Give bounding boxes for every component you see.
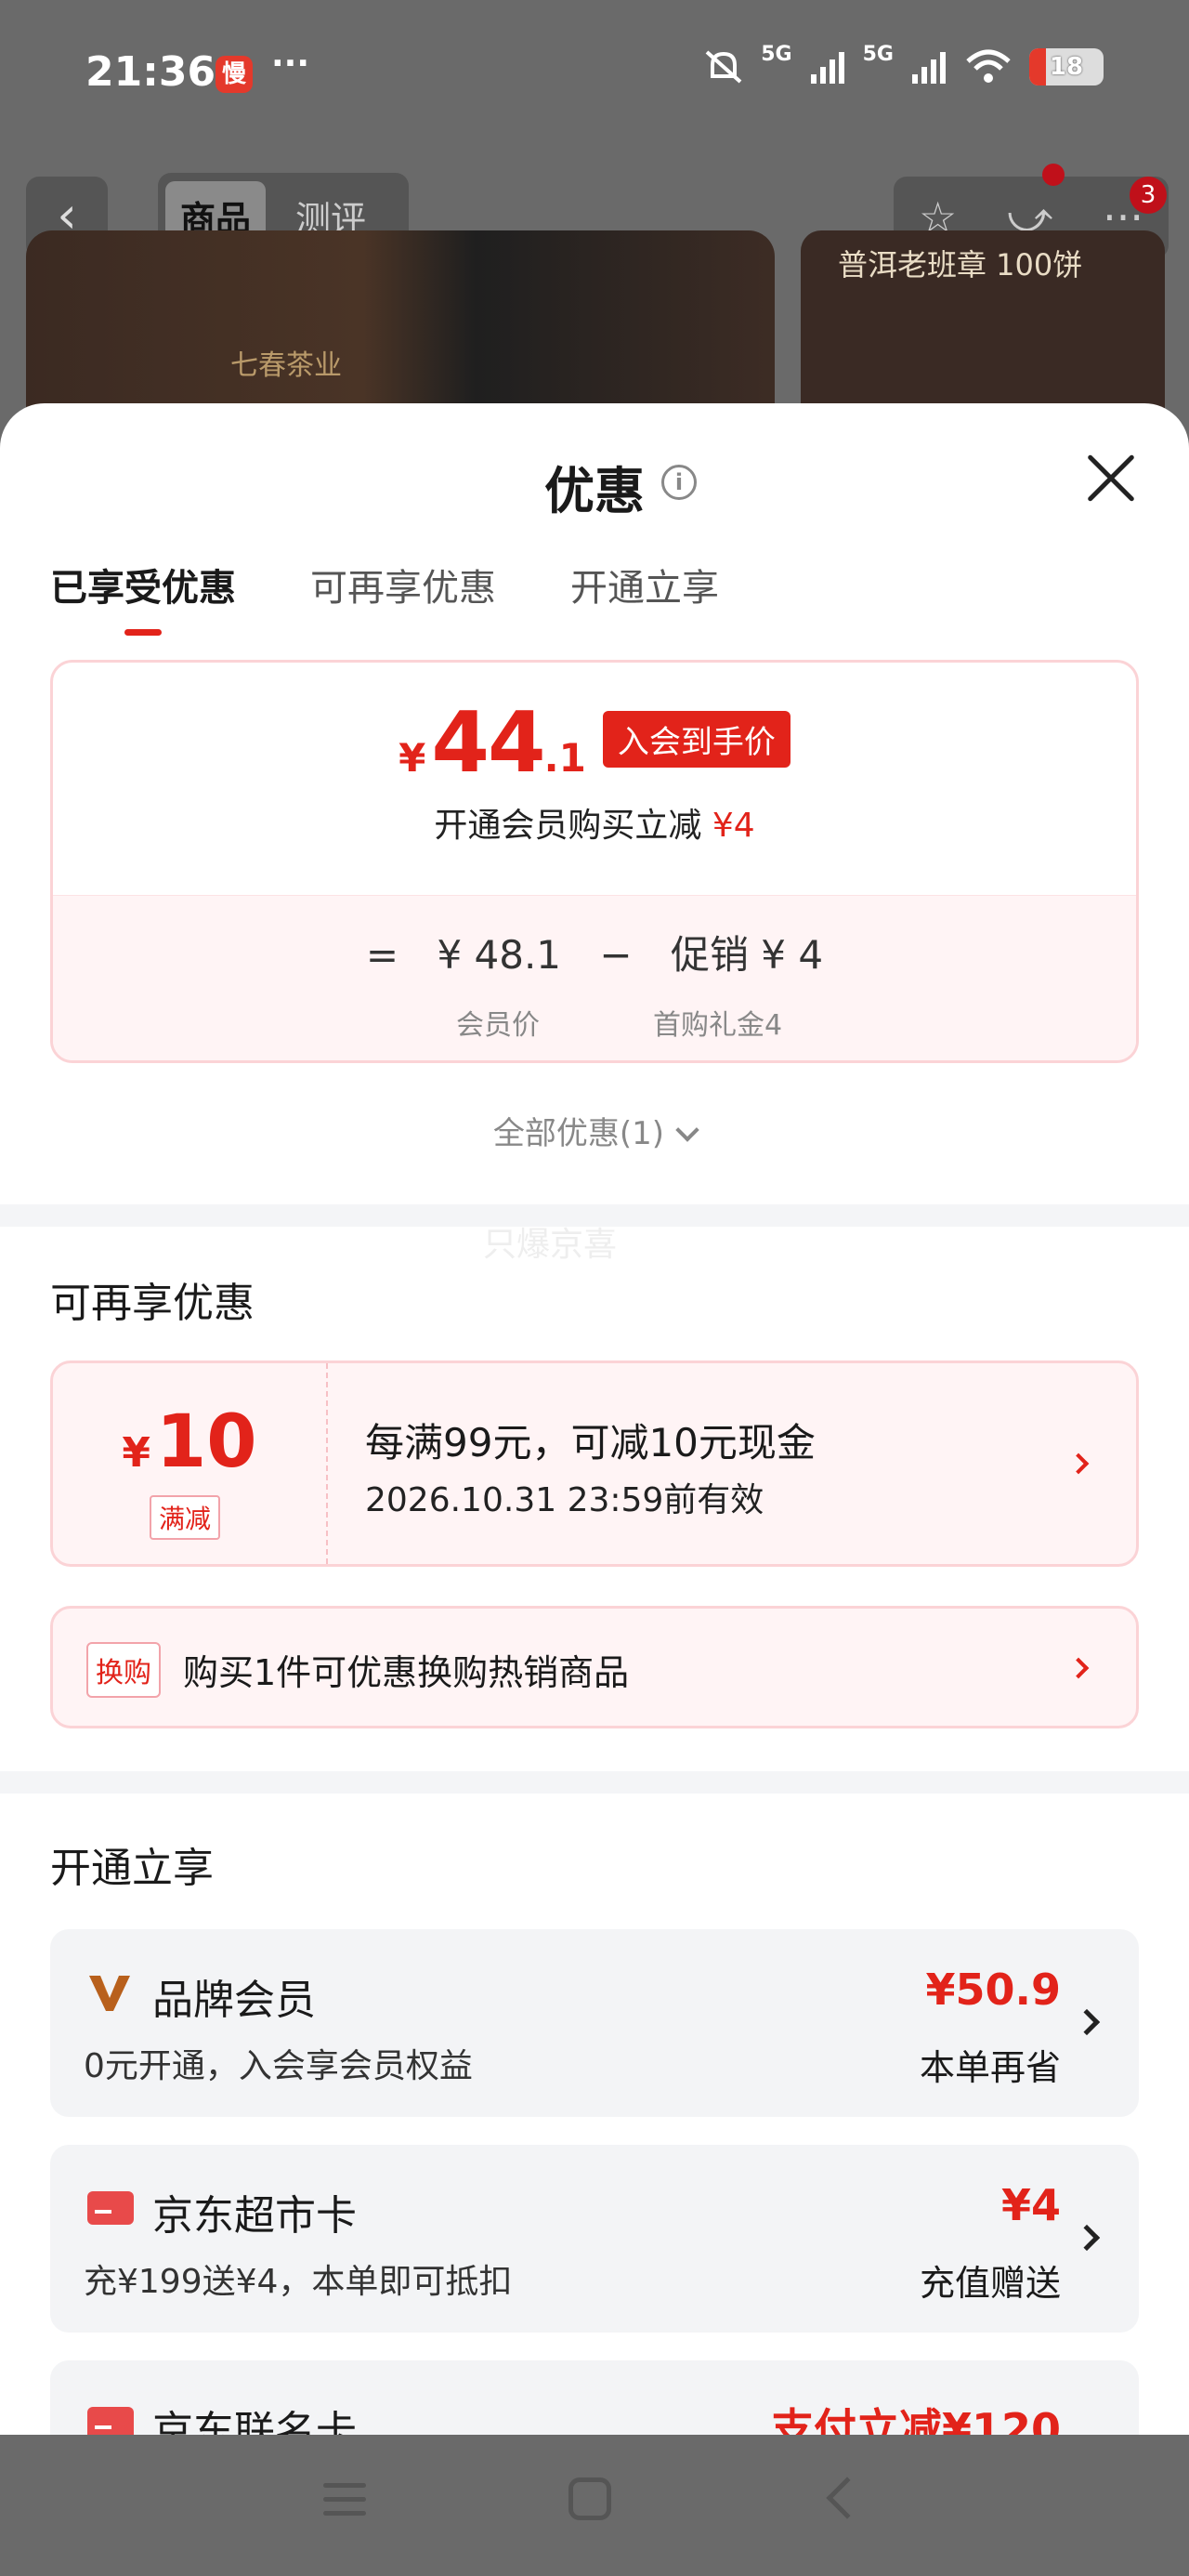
watermark-text: 只爆京喜 [483, 1226, 618, 1264]
final-price: ¥ 44 .1 入会到手价 [53, 694, 1136, 792]
supermarket-card-subtitle: 充¥199送¥4，本单即可抵扣 [84, 2263, 513, 2301]
battery-icon: 18 [1029, 48, 1104, 85]
status-indicators: 5G 5G 18 [703, 43, 1104, 85]
coupon-currency: ¥ [122, 1429, 151, 1477]
supermarket-card-title: 京东超市卡 [152, 2192, 357, 2240]
status-bar: 21:36 慢 ··· 5G 5G 18 [0, 0, 1189, 149]
price-integer: 44 [431, 694, 545, 792]
supermarket-card-bonus: ¥4 [1000, 2180, 1061, 2230]
home-button[interactable] [568, 2477, 611, 2520]
more-notifications-icon: ··· [271, 45, 310, 83]
discount-sheet: 优惠 i 已享受优惠 可再享优惠 开通立享 ¥ 44 .1 入会到手价 开通会员… [0, 403, 1189, 2435]
brand-member-title: 品牌会员 [152, 1977, 316, 2024]
chevron-right-icon [1073, 2008, 1101, 2036]
member-price: ¥ 48.1 [437, 932, 562, 978]
price-subtitle-amount: ¥4 [712, 807, 755, 845]
signal-1-icon [810, 52, 844, 84]
section-divider [0, 1771, 1189, 1794]
coupon-amount-block: ¥10 满减 [53, 1363, 328, 1564]
system-back-button[interactable] [826, 2477, 869, 2519]
product-image: 七春茶业 [26, 230, 775, 416]
equals-sign: = [365, 932, 399, 978]
sheet-title: 优惠 [544, 462, 645, 520]
product-banner-image: 普洱老班章 100饼 [801, 230, 1165, 416]
app-notification-badge: 慢 [216, 56, 253, 93]
price-decimal: .1 [543, 735, 586, 781]
signal-2-label: 5G [862, 42, 894, 66]
chevron-right-icon [1067, 1452, 1090, 1475]
section-title-open: 开通立享 [50, 1845, 214, 1892]
price-formula: = ¥ 48.1 − 促销 ¥ 4 会员价 首购礼金4 [53, 895, 1136, 1060]
tab-more-available[interactable]: 可再享优惠 [310, 558, 496, 636]
brand-member-subtitle: 0元开通，入会享会员权益 [84, 2047, 473, 2085]
system-nav-bar [0, 2435, 1189, 2576]
promo-label: 首购礼金4 [653, 1009, 783, 1042]
all-offers-toggle[interactable]: 全部优惠(1) [0, 1108, 1189, 1153]
section-title-more: 可再享优惠 [50, 1280, 255, 1327]
brand-member-saving: ¥50.9 [925, 1965, 1061, 2015]
co-branded-card-discount: 支付立减¥120 [770, 2404, 1061, 2435]
minus-sign: − [599, 932, 633, 978]
status-time: 21:36 [85, 48, 216, 96]
currency-symbol: ¥ [399, 735, 426, 781]
chevron-right-icon [1067, 1657, 1090, 1679]
wifi-icon [966, 49, 1011, 83]
coupon-card[interactable]: ¥10 满减 每满99元，可减10元现金 2026.10.31 23:59前有效 [50, 1360, 1139, 1567]
all-offers-label: 全部优惠(1) [492, 1115, 665, 1152]
supermarket-card[interactable]: 京东超市卡 充¥199送¥4，本单即可抵扣 ¥4 充值赠送 [50, 2145, 1139, 2333]
brand-member-saving-label: 本单再省 [919, 2047, 1061, 2088]
price-subtitle-text: 开通会员购买立减 [434, 807, 712, 845]
product-brand-text: 七春茶业 [230, 349, 342, 382]
swap-offer-card[interactable]: 换购 购买1件可优惠换购热销商品 [50, 1606, 1139, 1728]
coupon-value: 10 [156, 1400, 257, 1484]
member-price-label: 会员价 [456, 1009, 540, 1042]
close-button[interactable] [1085, 452, 1137, 504]
brand-member-card[interactable]: 品牌会员 0元开通，入会享会员权益 ¥50.9 本单再省 [50, 1929, 1139, 2117]
chevron-down-icon [675, 1118, 699, 1142]
coupon-amount: ¥10 [53, 1400, 326, 1484]
coupon-expiry: 2026.10.31 23:59前有效 [365, 1481, 764, 1519]
product-banner-text: 普洱老班章 100饼 [838, 247, 1083, 283]
signal-1-label: 5G [761, 42, 792, 66]
price-subtitle: 开通会员购买立减 ¥4 [53, 798, 1136, 847]
co-branded-card[interactable]: 京东联名卡 支付立减¥120 [50, 2360, 1139, 2435]
notification-dot [1042, 164, 1065, 186]
brand-v-icon [89, 1976, 130, 2011]
tab-enjoyed[interactable]: 已享受优惠 [50, 558, 236, 636]
supermarket-card-bonus-label: 充值赠送 [919, 2263, 1061, 2304]
recent-apps-button[interactable] [323, 2483, 366, 2517]
mute-icon [705, 50, 742, 84]
coupon-type-badge: 满减 [150, 1495, 221, 1540]
battery-level: 18 [1049, 53, 1084, 81]
member-price-tag: 入会到手价 [602, 711, 790, 768]
co-branded-card-title: 京东联名卡 [152, 2408, 357, 2435]
signal-2-icon [912, 52, 946, 84]
tab-open-enjoy[interactable]: 开通立享 [570, 558, 719, 636]
chevron-right-icon [1073, 2224, 1101, 2252]
promo-amount: 促销 ¥ 4 [670, 932, 824, 978]
swap-tag: 换购 [86, 1642, 161, 1698]
discount-tabs: 已享受优惠 可再享优惠 开通立享 [50, 558, 719, 636]
swap-text: 购买1件可优惠换购热销商品 [183, 1652, 630, 1693]
card-icon [87, 2186, 134, 2230]
card-icon [87, 2401, 134, 2435]
coupon-description: 每满99元，可减10元现金 [365, 1420, 816, 1465]
final-price-card: ¥ 44 .1 入会到手价 开通会员购买立减 ¥4 = ¥ 48.1 − 促销 … [50, 660, 1139, 1063]
info-icon[interactable]: i [661, 465, 697, 500]
more-count-badge: 3 [1130, 177, 1167, 214]
sheet-header: 优惠 i [0, 403, 1189, 520]
